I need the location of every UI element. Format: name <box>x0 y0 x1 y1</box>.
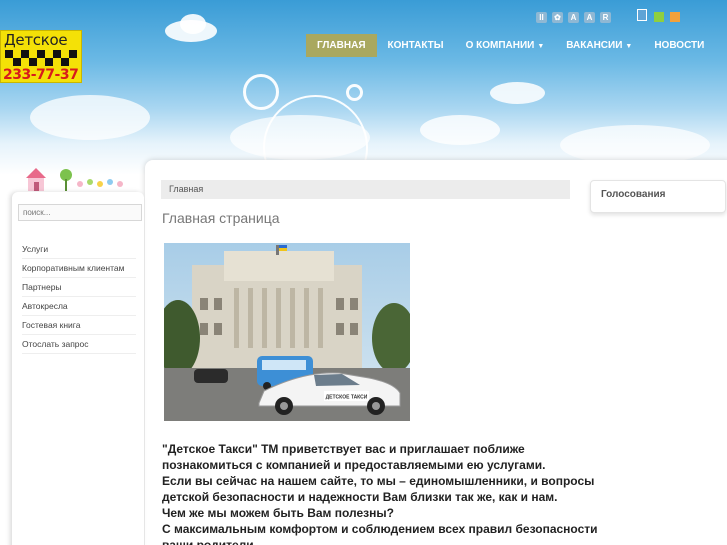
sidebar-menu: Услуги Корпоративным клиентам Партнеры А… <box>22 240 136 354</box>
intro-line: ваши родители <box>162 538 254 545</box>
intro-line: С максимальным комфортом и соблюдением в… <box>162 522 598 536</box>
accessibility-tools: II ✿ A A R <box>536 12 611 23</box>
sidebar-item-services[interactable]: Услуги <box>22 240 136 259</box>
font-decrease-button[interactable]: A <box>568 12 579 23</box>
nav-contacts[interactable]: КОНТАКТЫ <box>377 34 455 57</box>
font-increase-button[interactable]: A <box>584 12 595 23</box>
sidebar-item-send-request[interactable]: Отослать запрос <box>22 335 136 354</box>
main-nav: ГЛАВНАЯ КОНТАКТЫ О КОМПАНИИ ▼ ВАКАНСИИ ▼ Н… <box>306 34 715 57</box>
intro-line: Чем же мы можем быть Вам полезны? <box>162 506 394 520</box>
intro-line: "Детское Такси" ТМ приветствует вас и пр… <box>162 442 525 456</box>
checker-icon <box>5 50 79 67</box>
cloud <box>30 95 150 140</box>
breadcrumb[interactable]: Главная <box>161 180 570 199</box>
cloud <box>180 14 206 34</box>
header-sky <box>0 0 727 175</box>
bubble <box>346 84 363 101</box>
sidebar-item-corporate[interactable]: Корпоративным клиентам <box>22 259 136 278</box>
intro-text: "Детское Такси" ТМ приветствует вас и пр… <box>162 441 598 545</box>
site-logo[interactable]: Детское 233-77-37 <box>0 30 82 83</box>
intro-line: детской безопасности и надежности Вам бл… <box>162 490 558 504</box>
polls-panel: Голосования <box>590 180 726 213</box>
font-reset-button[interactable]: R <box>600 12 611 23</box>
nav-about[interactable]: О КОМПАНИИ ▼ <box>455 34 556 57</box>
bubble <box>243 74 279 110</box>
nav-vacancies[interactable]: ВАКАНСИИ ▼ <box>555 34 643 57</box>
settings-icon[interactable]: ✿ <box>552 12 563 23</box>
chevron-down-icon: ▼ <box>537 43 545 50</box>
theme-green-icon[interactable] <box>654 12 664 22</box>
cloud <box>490 82 545 104</box>
intro-line: Если вы сейчас на нашем сайте, то мы – е… <box>162 474 595 488</box>
cloud <box>420 115 500 145</box>
logo-phone: 233-77-37 <box>3 67 79 83</box>
intro-line: познакомиться с компанией и предоставляе… <box>162 458 546 472</box>
theme-blue-icon[interactable] <box>637 9 647 21</box>
taxi-photo: ДЕТСКОЕ ТАКСИ <box>164 243 410 421</box>
logo-title: Детское <box>4 31 68 49</box>
sidebar-item-guestbook[interactable]: Гостевая книга <box>22 316 136 335</box>
sidebar-item-car-seats[interactable]: Автокресла <box>22 297 136 316</box>
sidebar-item-partners[interactable]: Партнеры <box>22 278 136 297</box>
pause-icon[interactable]: II <box>536 12 547 23</box>
search-input[interactable] <box>18 204 142 221</box>
house-flowers-icon <box>26 168 123 191</box>
theme-orange-icon[interactable] <box>670 12 680 22</box>
polls-title: Голосования <box>601 189 666 200</box>
nav-news[interactable]: НОВОСТИ <box>643 34 715 57</box>
cloud <box>560 125 710 165</box>
taxi-sign: ДЕТСКОЕ ТАКСИ <box>326 395 368 401</box>
page-title: Главная страница <box>162 210 280 226</box>
nav-home[interactable]: ГЛАВНАЯ <box>306 34 377 57</box>
chevron-down-icon: ▼ <box>625 43 633 50</box>
